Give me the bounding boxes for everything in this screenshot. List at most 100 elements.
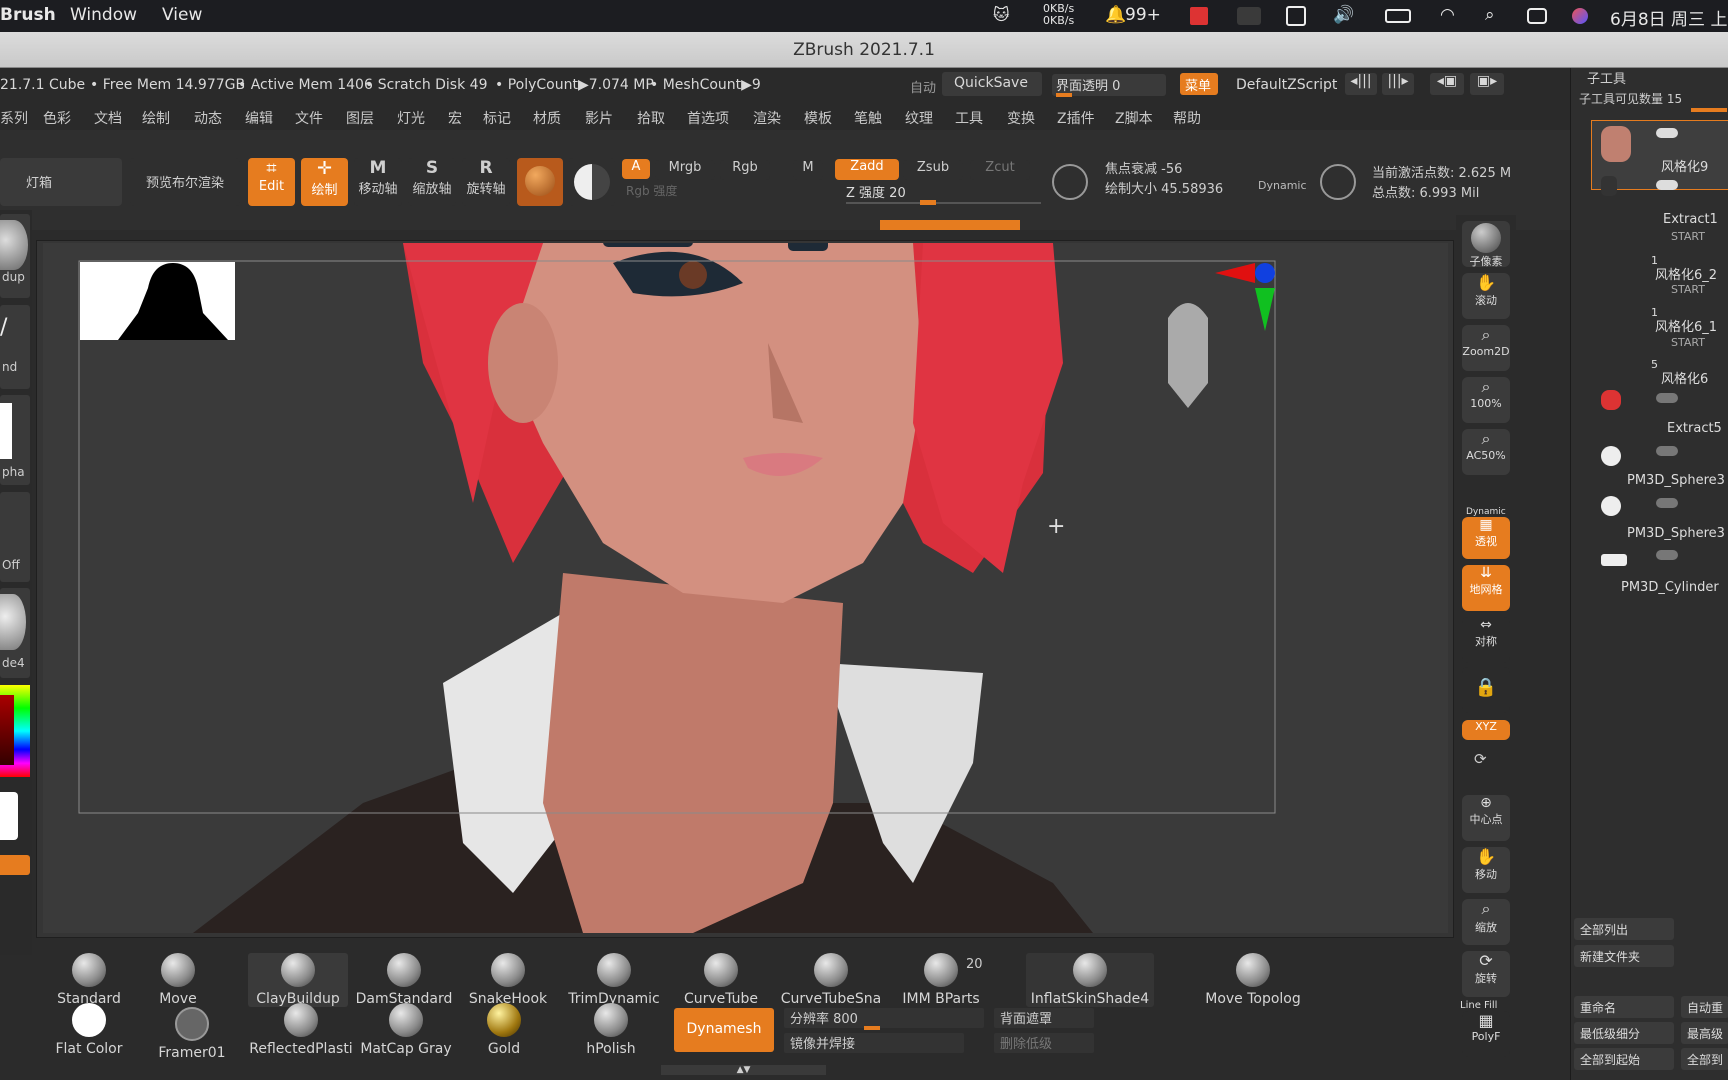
subtool-name[interactable]: Extract5 <box>1571 421 1728 436</box>
xyz-button[interactable]: XYZ <box>1462 720 1510 740</box>
subtool-name[interactable]: Extract1 <box>1571 212 1728 227</box>
menu-item[interactable]: 灯光 <box>397 108 425 128</box>
menu-item[interactable]: 动态 <box>194 108 222 128</box>
rename-button[interactable]: 重命名 <box>1574 996 1674 1018</box>
material-gold[interactable]: Gold <box>472 1003 536 1057</box>
cat-icon[interactable]: 🐱 <box>993 5 1010 24</box>
lock-button[interactable]: 🔒 <box>1462 667 1510 713</box>
perspective-button[interactable]: ▦ 透视 <box>1462 517 1510 559</box>
brush-move[interactable]: Move <box>146 953 210 1007</box>
focal-shift-slider[interactable]: 焦点衰减 -56 <box>1105 158 1182 177</box>
quicksave-button[interactable]: QuickSave <box>942 72 1042 96</box>
lightbox-button[interactable]: 灯箱 <box>0 158 122 206</box>
list-all-button[interactable]: 全部列出 <box>1574 918 1674 940</box>
visibility-toggle[interactable] <box>1656 128 1678 138</box>
dynamesh-button[interactable]: Dynamesh <box>674 1008 774 1052</box>
bpr-button[interactable]: 子像素 <box>1462 221 1510 268</box>
mirror-weld-button[interactable]: 镜像并焊接 <box>784 1033 964 1053</box>
texture-thumb[interactable]: Off <box>0 492 30 582</box>
search-icon[interactable]: ⌕ <box>1485 5 1495 25</box>
floor-grid-button[interactable]: ⇊ 地网格 <box>1462 565 1510 611</box>
subtool-name[interactable]: PM3D_Sphere3 <box>1571 526 1728 541</box>
menu-item[interactable]: 文件 <box>295 108 323 128</box>
zadd-toggle[interactable]: Zadd <box>835 159 899 180</box>
a-toggle[interactable]: A <box>622 159 650 179</box>
meshcount[interactable]: • MeshCount▶9 <box>650 77 761 93</box>
backface-mask-button[interactable]: 背面遮罩 <box>994 1008 1094 1028</box>
layout-icon[interactable]: ◂▣ <box>1430 73 1464 95</box>
material-framer01[interactable]: Framer01 <box>154 1007 230 1061</box>
lowest-subdiv-button[interactable]: 最低级细分 <box>1574 1022 1674 1044</box>
menu-item[interactable]: 标记 <box>483 108 511 128</box>
scale-button[interactable]: S 缩放轴 <box>408 158 456 206</box>
control-center-icon[interactable] <box>1527 8 1547 24</box>
visibility-toggle[interactable] <box>1656 498 1678 508</box>
rotate-arrows-icon[interactable]: ⟳ <box>1474 750 1487 768</box>
visible-count-slider[interactable]: 子工具可见数量 15 <box>1579 90 1682 107</box>
rgb-intensity-slider[interactable]: Rgb 强度 <box>626 182 831 200</box>
material-button[interactable] <box>517 158 563 206</box>
menu-item[interactable]: 图层 <box>346 108 374 128</box>
draw-size-slider[interactable]: 绘制大小 45.58936 <box>1105 178 1223 197</box>
right-handle-icon[interactable]: |||▸ <box>1382 73 1414 95</box>
highest-subdiv-button[interactable]: 最高级 <box>1681 1022 1728 1044</box>
zcut-toggle[interactable]: Zcut <box>970 160 1030 180</box>
dynamic-toggle[interactable]: Dynamic <box>1258 179 1307 192</box>
subtool-name[interactable]: PM3D_Cylinder <box>1571 580 1728 595</box>
material-hpolish[interactable]: hPolish <box>576 1003 646 1057</box>
visibility-toggle[interactable] <box>1656 393 1678 403</box>
brush-curvetubesnap[interactable]: CurveTubeSna <box>776 953 886 1007</box>
menu-item[interactable]: 渲染 <box>753 108 781 128</box>
color-picker[interactable] <box>0 685 30 777</box>
new-folder-button[interactable]: 新建文件夹 <box>1574 945 1674 967</box>
zsub-toggle[interactable]: Zsub <box>903 160 963 180</box>
polycount[interactable]: • PolyCount▶7.074 MP <box>495 77 654 93</box>
swap-color-button[interactable] <box>0 855 30 875</box>
all-to-button[interactable]: 全部到 <box>1681 1048 1728 1070</box>
menu-item[interactable]: 色彩 <box>43 108 71 128</box>
material-reflectedplastic[interactable]: ReflectedPlasti <box>246 1003 356 1057</box>
menu-item[interactable]: 文档 <box>94 108 122 128</box>
menu-item[interactable]: 编辑 <box>245 108 273 128</box>
m-toggle[interactable]: M <box>793 160 823 180</box>
stroke-thumb[interactable]: / nd <box>0 305 30 389</box>
menu-item[interactable]: 系列 <box>0 108 28 128</box>
brush-damstandard[interactable]: DamStandard <box>354 953 454 1007</box>
subtool-name[interactable]: PM3D_Sphere3 <box>1571 473 1728 488</box>
menu-item[interactable]: 帮助 <box>1173 108 1201 128</box>
menu-item[interactable]: 首选项 <box>687 108 729 128</box>
menu-item[interactable]: 拾取 <box>637 108 665 128</box>
delete-lower-button[interactable]: 删除低级 <box>994 1033 1094 1053</box>
siri-icon[interactable] <box>1572 8 1588 24</box>
menu-item[interactable]: 纹理 <box>905 108 933 128</box>
menu-item[interactable]: Z脚本 <box>1115 108 1153 128</box>
zoom2d-button[interactable]: ⌕ Zoom2D <box>1462 325 1510 371</box>
subtool-name[interactable]: 风格化6 <box>1571 368 1728 387</box>
menu-item[interactable]: 绘制 <box>142 108 170 128</box>
brush-snakehook[interactable]: SnakeHook <box>466 953 550 1007</box>
texture-button[interactable] <box>569 158 615 206</box>
alpha-thumb[interactable]: pha <box>0 395 30 485</box>
left-handle-icon[interactable]: ◂||| <box>1345 73 1377 95</box>
rgb-toggle[interactable]: Rgb <box>720 160 770 180</box>
draw-size-d-icon[interactable] <box>1320 164 1356 200</box>
subtool-name[interactable]: 风格化6_2 <box>1571 264 1728 283</box>
all-to-start-button[interactable]: 全部到起始 <box>1574 1048 1674 1070</box>
menu-item[interactable]: 模板 <box>804 108 832 128</box>
battery-icon[interactable] <box>1385 9 1411 23</box>
menu-view[interactable]: View <box>162 5 202 25</box>
material-thumb[interactable]: de4 <box>0 588 30 678</box>
actual-size-button[interactable]: ⌕ 100% <box>1462 377 1510 423</box>
app-s-icon[interactable] <box>1286 6 1306 26</box>
menu-item[interactable]: Z插件 <box>1057 108 1095 128</box>
material-matcap-gray[interactable]: MatCap Gray <box>356 1003 456 1057</box>
menus-button[interactable]: 菜单 <box>1180 73 1218 95</box>
collapse-handle[interactable]: ▲▼ <box>661 1065 826 1075</box>
brush-claybuildup[interactable]: ClayBuildup <box>248 953 348 1007</box>
preview-boolean-button[interactable]: 预览布尔渲染 <box>130 158 240 206</box>
rotate-button[interactable]: R 旋转轴 <box>462 158 510 206</box>
scroll-button[interactable]: ✋ 滚动 <box>1462 273 1510 319</box>
subtool-name[interactable]: 风格化6_1 <box>1571 316 1728 335</box>
volume-icon[interactable]: 🔊 <box>1333 5 1354 25</box>
visibility-toggle[interactable] <box>1656 446 1678 456</box>
